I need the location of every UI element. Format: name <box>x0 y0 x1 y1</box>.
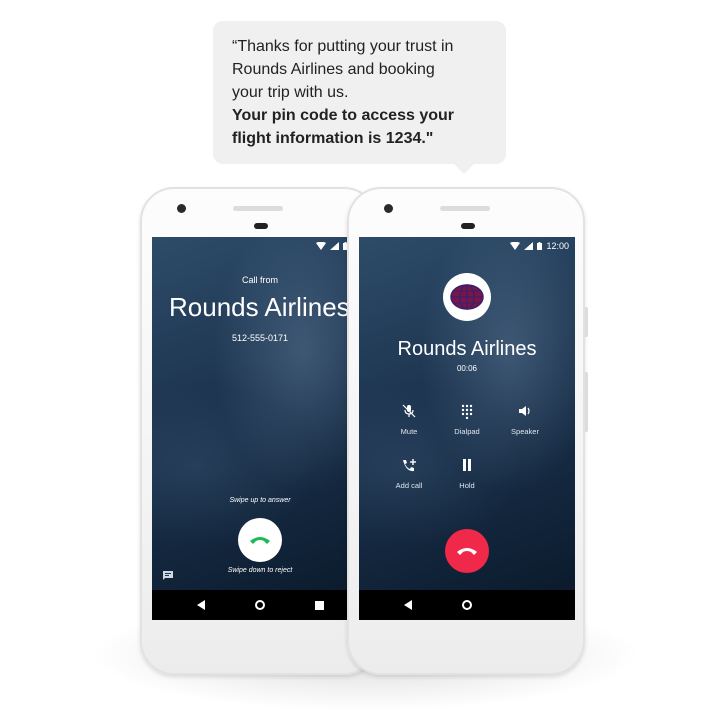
add-call-label: Add call <box>395 481 423 490</box>
dialpad-icon <box>461 404 473 419</box>
message-line-bold: Your pin code to access your <box>232 107 454 124</box>
caller-logo <box>443 273 491 321</box>
message-bubble: “Thanks for putting your trust in Rounds… <box>213 21 506 164</box>
speaker-label: Speaker <box>511 427 539 436</box>
volume-button <box>585 372 588 432</box>
back-icon[interactable] <box>403 600 412 610</box>
battery-icon <box>537 242 543 250</box>
front-camera <box>384 204 393 213</box>
status-bar: 12 <box>152 237 368 255</box>
navigation-bar <box>152 590 368 620</box>
mute-label: Mute <box>400 427 418 436</box>
dialpad-label: Dialpad <box>454 427 480 436</box>
wifi-icon <box>315 242 326 250</box>
home-icon[interactable] <box>254 600 265 610</box>
signal-icon <box>524 242 534 250</box>
phone-icon <box>250 537 270 544</box>
dialpad-button[interactable]: Dialpad <box>442 401 492 436</box>
message-bubble-tail <box>453 163 475 174</box>
status-bar: 12:00 <box>359 237 575 255</box>
call-from-label: Call from <box>241 275 278 285</box>
front-camera <box>177 204 186 213</box>
hang-up-icon <box>457 548 477 555</box>
message-line-bold: flight information is 1234." <box>232 130 434 147</box>
signal-icon <box>329 242 339 250</box>
message-line: “Thanks for putting your trust in <box>232 38 454 55</box>
hold-label: Hold <box>459 481 475 490</box>
status-time: 12:00 <box>546 241 569 251</box>
home-icon[interactable] <box>461 600 472 610</box>
message-line: your trip with us. <box>232 84 349 101</box>
speaker-button[interactable]: Speaker <box>500 401 550 436</box>
earpiece-speaker <box>233 206 283 211</box>
end-call-button[interactable] <box>445 529 489 573</box>
phone-active-call: 12:00 Rounds Airlines 00:06 Mute Dialpad… <box>347 187 588 675</box>
add-call-icon <box>403 458 416 471</box>
wifi-icon <box>510 242 521 250</box>
phone-incoming-call: 12 Call from Rounds Airlines 512-555-017… <box>140 187 378 675</box>
back-icon[interactable] <box>196 600 205 610</box>
recent-apps-icon[interactable] <box>314 600 324 610</box>
add-call-button[interactable]: Add call <box>384 455 434 490</box>
swipe-down-hint: Swipe down to reject <box>227 567 293 574</box>
power-button <box>585 307 588 337</box>
incoming-call-screen: 12 Call from Rounds Airlines 512-555-017… <box>152 237 368 620</box>
swipe-up-hint: Swipe up to answer <box>229 497 291 504</box>
caller-number: 512-555-0171 <box>231 333 289 343</box>
earpiece-speaker <box>440 206 490 211</box>
message-line: Rounds Airlines and booking <box>232 61 435 78</box>
speaker-icon <box>519 406 530 416</box>
globe-logo-icon <box>450 284 484 310</box>
pause-icon <box>463 459 471 471</box>
navigation-bar <box>359 590 575 620</box>
reply-message-button[interactable] <box>162 569 174 587</box>
active-call-screen: 12:00 Rounds Airlines 00:06 Mute Dialpad… <box>359 237 575 620</box>
hold-button[interactable]: Hold <box>442 455 492 490</box>
mic-off-icon <box>402 404 416 418</box>
call-duration: 00:06 <box>456 364 478 373</box>
message-icon <box>163 571 173 580</box>
proximity-sensor <box>461 223 475 229</box>
proximity-sensor <box>254 223 268 229</box>
mute-button[interactable]: Mute <box>384 401 434 436</box>
caller-name: Rounds Airlines <box>397 338 537 360</box>
answer-call-button[interactable] <box>238 518 282 562</box>
caller-name: Rounds Airlines <box>169 292 350 322</box>
